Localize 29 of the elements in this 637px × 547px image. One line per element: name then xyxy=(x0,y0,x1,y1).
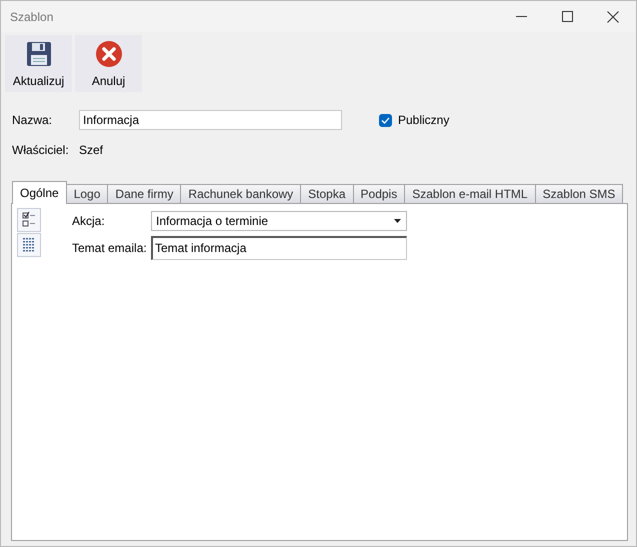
field-label: Temat emaila: xyxy=(72,241,148,255)
tab[interactable]: Ogólne xyxy=(12,181,67,204)
tab[interactable]: Stopka xyxy=(300,184,354,203)
close-icon xyxy=(607,10,619,22)
tab[interactable]: Podpis xyxy=(352,184,406,203)
minimize-icon xyxy=(516,16,526,17)
subject-field[interactable]: Temat informacja xyxy=(151,236,407,260)
window-title: Szablon xyxy=(9,10,54,24)
grid-icon xyxy=(22,237,36,253)
grid-button[interactable] xyxy=(17,233,41,257)
checklist-icon xyxy=(21,211,37,229)
cancel-icon xyxy=(94,40,122,68)
update-button[interactable]: Aktualizuj xyxy=(5,35,72,92)
tab[interactable]: Dane firmy xyxy=(107,184,182,203)
owner-value: Szef xyxy=(79,143,104,157)
cancel-button[interactable]: Anuluj xyxy=(75,35,142,92)
tab[interactable]: Rachunek bankowy xyxy=(180,184,302,203)
tab[interactable]: Szablon SMS xyxy=(534,184,624,203)
caret-icon xyxy=(394,219,401,223)
tab[interactable]: Logo xyxy=(66,184,108,203)
tab[interactable]: Szablon e-mail HTML xyxy=(404,184,536,203)
name-label: Nazwa: xyxy=(12,113,54,127)
maximize-icon xyxy=(562,11,572,22)
field-label: Akcja: xyxy=(72,214,106,228)
public-checkbox[interactable]: Publiczny xyxy=(379,113,450,127)
checklist-button[interactable] xyxy=(17,208,41,232)
name-field[interactable]: Informacja xyxy=(79,110,342,130)
action-dropdown[interactable]: Informacja o terminie xyxy=(151,211,407,231)
owner-label: Właściciel: xyxy=(12,143,70,157)
